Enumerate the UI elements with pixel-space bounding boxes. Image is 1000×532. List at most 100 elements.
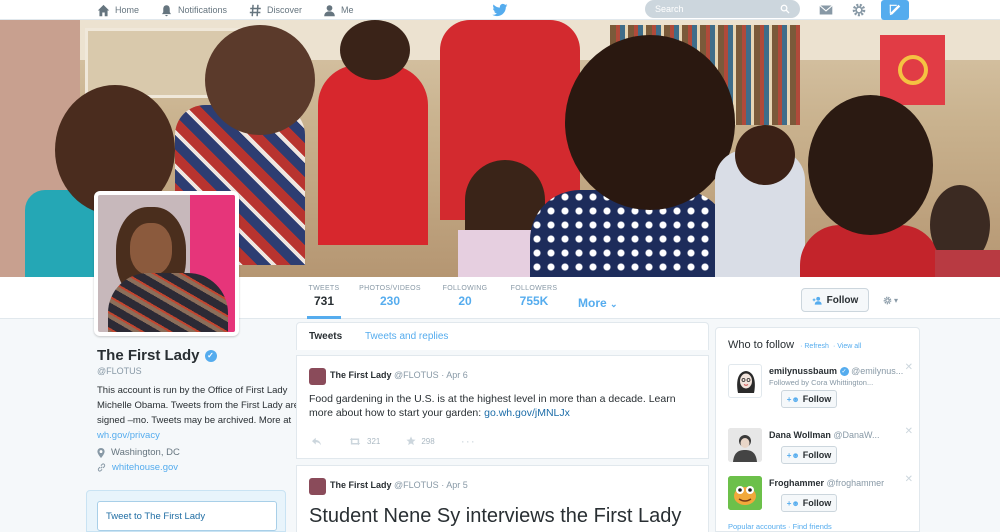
verified-badge-icon: ✓: [204, 349, 217, 362]
tweet-author-handle[interactable]: @FLOTUS: [394, 370, 439, 380]
suggested-follow-label: Follow: [802, 450, 832, 460]
add-person-icon: [812, 296, 822, 305]
suggested-follow-label: Follow: [802, 498, 832, 508]
suggested-user-avatar[interactable]: [728, 428, 762, 462]
tweet-card[interactable]: The First Lady @FLOTUS · Apr 5 Student N…: [296, 465, 709, 532]
nav-home[interactable]: Home: [97, 0, 139, 20]
retweet-action[interactable]: 321: [348, 437, 380, 446]
who-to-follow-module: Who to follow · Refresh · View all emily…: [715, 327, 920, 532]
stat-tweets[interactable]: TWEETS 731: [307, 285, 341, 319]
favorite-count: 298: [421, 436, 435, 446]
tweet-author-name[interactable]: The First Lady: [330, 480, 392, 490]
profile-avatar[interactable]: [94, 191, 239, 336]
tweet-avatar[interactable]: [309, 368, 326, 385]
timeline-tabs: Tweets Tweets and replies: [296, 322, 709, 350]
search-icon[interactable]: [780, 4, 790, 14]
suggested-user-handle: @DanaW...: [833, 430, 880, 440]
reply-icon[interactable]: [311, 437, 322, 446]
person-icon: [324, 4, 335, 16]
profile-settings-dropdown[interactable]: ▾: [878, 292, 902, 308]
profile-bio: This account is run by the Office of Fir…: [97, 383, 312, 443]
add-person-icon: +☻: [786, 498, 800, 508]
gear-icon[interactable]: [850, 1, 868, 19]
profile-name-text: The First Lady: [97, 347, 200, 364]
suggested-user-name-text: Dana Wollman: [769, 430, 831, 440]
suggested-user-handle: @emilynus...: [851, 366, 904, 376]
tweet-author-name[interactable]: The First Lady: [330, 370, 392, 380]
profile-url-text[interactable]: whitehouse.gov: [112, 462, 178, 473]
twitter-bird-icon[interactable]: [491, 1, 509, 19]
suggested-user-name[interactable]: Dana Wollman @DanaW...: [769, 430, 880, 440]
suggested-user-name[interactable]: emilynussbaum ✓ @emilynus...: [769, 366, 904, 377]
suggested-follow-button[interactable]: +☻ Follow: [781, 390, 837, 408]
profile-bio-link[interactable]: wh.gov/privacy: [97, 430, 160, 441]
tweet-link[interactable]: go.wh.gov/jMNLJx: [484, 407, 570, 419]
dismiss-icon[interactable]: ✕: [905, 426, 913, 437]
nav-notifications-label: Notifications: [178, 5, 228, 15]
tab-tweets-and-replies[interactable]: Tweets and replies: [365, 331, 448, 342]
nav-notifications[interactable]: Notifications: [160, 0, 227, 20]
stat-following[interactable]: FOLLOWING 20: [440, 285, 490, 308]
tweet-avatar[interactable]: [309, 478, 326, 495]
profile-location: Washington, DC: [97, 447, 180, 458]
tweet-text: Student Nene Sy interviews the First Lad…: [309, 505, 682, 527]
tab-tweets[interactable]: Tweets: [309, 331, 342, 342]
suggested-follow-label: Follow: [802, 394, 832, 404]
search-input[interactable]: [655, 4, 775, 14]
tweet-header: The First Lady @FLOTUS · Apr 5: [330, 480, 468, 490]
dismiss-icon[interactable]: ✕: [905, 474, 913, 485]
nav-me[interactable]: Me: [323, 0, 354, 20]
tweet-card[interactable]: The First Lady @FLOTUS · Apr 6 Food gard…: [296, 355, 709, 459]
tweet-date[interactable]: · Apr 6: [441, 370, 468, 380]
nav-me-label: Me: [341, 5, 354, 15]
compose-tweet-button[interactable]: [881, 0, 909, 20]
suggested-follow-button[interactable]: +☻ Follow: [781, 494, 837, 512]
tweet-date[interactable]: · Apr 5: [441, 480, 468, 490]
messages-icon[interactable]: [817, 1, 835, 19]
suggested-user-avatar[interactable]: [728, 476, 762, 510]
more-label: More: [578, 296, 607, 310]
link-icon: [97, 463, 106, 472]
home-icon: [97, 4, 110, 16]
gear-icon: [883, 296, 892, 304]
who-to-follow-footer[interactable]: Popular accounts · Find friends: [728, 522, 832, 531]
stat-tweets-value: 731: [313, 294, 335, 308]
suggested-user: emilynussbaum ✓ @emilynus... Followed by…: [728, 362, 913, 412]
stat-followers[interactable]: FOLLOWERS 755K: [507, 285, 561, 308]
retweet-count: 321: [367, 436, 381, 446]
suggested-user-name[interactable]: Froghammer @froghammer: [769, 478, 884, 488]
stat-following-label: FOLLOWING: [442, 285, 488, 292]
profile-bio-text: This account is run by the Office of Fir…: [97, 385, 300, 426]
tweet-author-handle[interactable]: @FLOTUS: [394, 480, 439, 490]
search-box[interactable]: [645, 0, 800, 18]
profile-url[interactable]: whitehouse.gov: [97, 462, 178, 473]
tweet-to-input[interactable]: Tweet to The First Lady: [97, 501, 277, 531]
nav-discover[interactable]: Discover: [249, 0, 302, 20]
suggested-user-context: Followed by Cora Whittington...: [769, 378, 874, 387]
view-all-link[interactable]: · View all: [833, 343, 861, 350]
dismiss-icon[interactable]: ✕: [905, 362, 913, 373]
tweet-text: Food gardening in the U.S. is at the hig…: [309, 392, 694, 420]
suggested-user-name-text: emilynussbaum: [769, 366, 838, 376]
who-to-follow-title: Who to follow: [728, 339, 795, 351]
quill-icon: [889, 4, 901, 16]
add-person-icon: +☻: [786, 450, 800, 460]
stat-photos-videos[interactable]: PHOTOS/VIDEOS 230: [358, 285, 422, 308]
follow-button[interactable]: Follow: [801, 288, 869, 312]
suggested-user: Froghammer @froghammer +☻ Follow ✕: [728, 474, 913, 524]
profile-location-text: Washington, DC: [111, 447, 180, 458]
more-options-icon[interactable]: ···: [461, 434, 476, 448]
suggested-user-name-text: Froghammer: [769, 478, 825, 488]
nav-discover-label: Discover: [267, 5, 303, 15]
stat-tweets-label: TWEETS: [308, 285, 340, 292]
refresh-link[interactable]: · Refresh: [800, 343, 829, 350]
favorite-action[interactable]: 298: [406, 436, 435, 446]
suggested-follow-button[interactable]: +☻ Follow: [781, 446, 837, 464]
retweet-icon: [349, 437, 361, 445]
tweet-to-module: Tweet to The First Lady: [86, 490, 286, 532]
suggested-user-avatar[interactable]: [728, 364, 762, 398]
add-person-icon: +☻: [786, 394, 800, 404]
suggested-user-handle: @froghammer: [826, 478, 885, 488]
more-menu[interactable]: More ⌄: [578, 296, 618, 310]
top-navigation-bar: Home Notifications Discover Me: [0, 0, 1000, 20]
